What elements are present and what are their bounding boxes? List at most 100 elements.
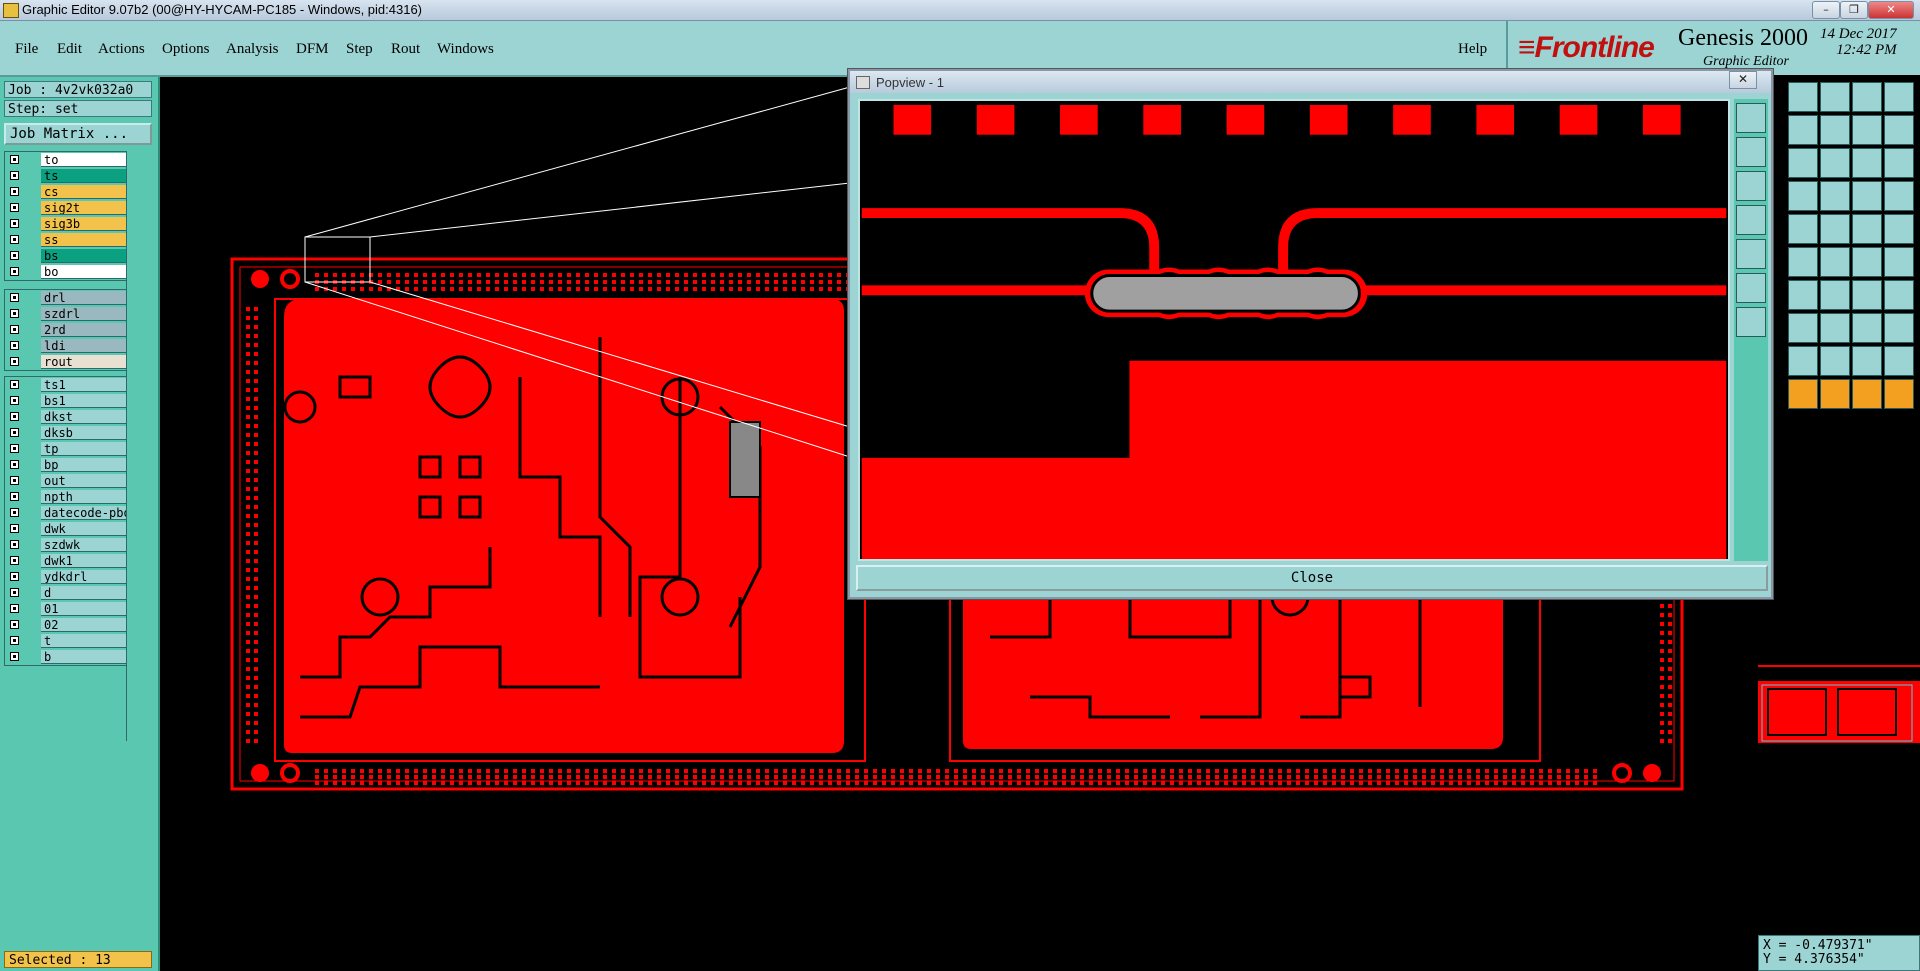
layer-checkbox[interactable] <box>10 588 19 597</box>
layer-checkbox[interactable] <box>10 444 19 453</box>
layer-row[interactable]: ydkdrl <box>5 569 127 585</box>
toolbar-button[interactable] <box>1852 181 1882 211</box>
layer-checkbox[interactable] <box>10 652 19 661</box>
toolbar-button[interactable] <box>1788 181 1818 211</box>
layer-row[interactable]: d <box>5 585 127 601</box>
popview-close-button[interactable]: Close <box>856 565 1768 591</box>
layer-checkbox[interactable] <box>10 412 19 421</box>
view-tool-button[interactable] <box>1736 171 1766 201</box>
toolbar-button[interactable] <box>1788 379 1818 409</box>
toolbar-button[interactable] <box>1852 214 1882 244</box>
layer-name[interactable]: bs <box>41 249 127 263</box>
layer-checkbox[interactable] <box>10 380 19 389</box>
layer-name[interactable]: to <box>41 153 127 167</box>
toolbar-button[interactable] <box>1884 247 1914 277</box>
layer-name[interactable]: d <box>41 586 127 600</box>
view-tool-button[interactable] <box>1736 273 1766 303</box>
toolbar-button[interactable] <box>1884 346 1914 376</box>
layer-checkbox[interactable] <box>10 309 19 318</box>
layer-checkbox[interactable] <box>10 492 19 501</box>
view-tool-button[interactable] <box>1736 307 1766 337</box>
layer-name[interactable]: szdwk <box>41 538 127 552</box>
toolbar-button[interactable] <box>1820 148 1850 178</box>
layer-checkbox[interactable] <box>10 620 19 629</box>
layer-name[interactable]: t <box>41 634 127 648</box>
toolbar-button[interactable] <box>1788 82 1818 112</box>
layer-checkbox[interactable] <box>10 476 19 485</box>
layer-checkbox[interactable] <box>10 524 19 533</box>
layer-row[interactable]: dkst <box>5 409 127 425</box>
popview-title-bar[interactable]: Popview - 1 <box>850 71 1771 93</box>
layer-name[interactable]: ts1 <box>41 378 127 392</box>
layer-checkbox[interactable] <box>10 396 19 405</box>
layer-row[interactable]: dwk1 <box>5 553 127 569</box>
layer-checkbox[interactable] <box>10 460 19 469</box>
layer-checkbox[interactable] <box>10 572 19 581</box>
toolbar-button[interactable] <box>1788 247 1818 277</box>
layer-name[interactable]: ldi <box>41 339 127 353</box>
layer-scrollbar[interactable] <box>126 151 153 741</box>
layer-name[interactable]: 2rd <box>41 323 127 337</box>
layer-row[interactable]: ts1 <box>5 377 127 393</box>
toolbar-button[interactable] <box>1820 247 1850 277</box>
view-tool-button[interactable] <box>1736 239 1766 269</box>
layer-row[interactable]: to <box>5 152 127 168</box>
layer-checkbox[interactable] <box>10 171 19 180</box>
menu-edit[interactable]: Edit <box>57 41 82 58</box>
layer-row[interactable]: 01 <box>5 601 127 617</box>
toolbar-button[interactable] <box>1788 346 1818 376</box>
popview-canvas[interactable] <box>858 99 1730 561</box>
layer-checkbox[interactable] <box>10 341 19 350</box>
panel-overview-map[interactable] <box>1758 665 1920 752</box>
toolbar-button[interactable] <box>1852 379 1882 409</box>
layer-row[interactable]: szdwk <box>5 537 127 553</box>
close-icon[interactable]: ✕ <box>1868 1 1914 19</box>
toolbar-button[interactable] <box>1852 148 1882 178</box>
layer-name[interactable]: dwk <box>41 522 127 536</box>
toolbar-button[interactable] <box>1884 280 1914 310</box>
toolbar-button[interactable] <box>1788 313 1818 343</box>
popview-close-icon[interactable]: ✕ <box>1729 71 1757 89</box>
layer-name[interactable]: ss <box>41 233 127 247</box>
layer-name[interactable]: datecode-pbo <box>41 506 127 520</box>
toolbar-button[interactable] <box>1852 247 1882 277</box>
view-tool-button[interactable] <box>1736 137 1766 167</box>
layer-row[interactable]: ts <box>5 168 127 184</box>
layer-name[interactable]: b <box>41 650 127 664</box>
layer-checkbox[interactable] <box>10 428 19 437</box>
layer-name[interactable]: tp <box>41 442 127 456</box>
layer-row[interactable]: datecode-pbo <box>5 505 127 521</box>
layer-name[interactable]: sig3b <box>41 217 127 231</box>
layer-checkbox[interactable] <box>10 235 19 244</box>
layer-checkbox[interactable] <box>10 219 19 228</box>
toolbar-button[interactable] <box>1884 181 1914 211</box>
layer-name[interactable]: rout <box>41 355 127 369</box>
menu-step[interactable]: Step <box>346 41 373 58</box>
toolbar-button[interactable] <box>1788 115 1818 145</box>
layer-row[interactable]: ldi <box>5 338 127 354</box>
layer-row[interactable]: b <box>5 649 127 665</box>
layer-row[interactable]: bs <box>5 248 127 264</box>
layer-name[interactable]: szdrl <box>41 307 127 321</box>
layer-name[interactable]: 01 <box>41 602 127 616</box>
layer-name[interactable]: dkst <box>41 410 127 424</box>
menu-file[interactable]: File <box>15 41 38 58</box>
layer-name[interactable]: ts <box>41 169 127 183</box>
layer-row[interactable]: 02 <box>5 617 127 633</box>
toolbar-button[interactable] <box>1820 181 1850 211</box>
layer-name[interactable]: dksb <box>41 426 127 440</box>
toolbar-button[interactable] <box>1852 346 1882 376</box>
toolbar-button[interactable] <box>1852 115 1882 145</box>
layer-checkbox[interactable] <box>10 556 19 565</box>
layer-row[interactable]: dwk <box>5 521 127 537</box>
menu-help[interactable]: Help <box>1458 41 1487 58</box>
menu-analysis[interactable]: Analysis <box>226 41 279 58</box>
layer-name[interactable]: dwk1 <box>41 554 127 568</box>
toolbar-button[interactable] <box>1852 280 1882 310</box>
layer-name[interactable]: drl <box>41 291 127 305</box>
layer-row[interactable]: dksb <box>5 425 127 441</box>
layer-checkbox[interactable] <box>10 325 19 334</box>
layer-checkbox[interactable] <box>10 604 19 613</box>
toolbar-button[interactable] <box>1788 148 1818 178</box>
menu-options[interactable]: Options <box>162 41 210 58</box>
